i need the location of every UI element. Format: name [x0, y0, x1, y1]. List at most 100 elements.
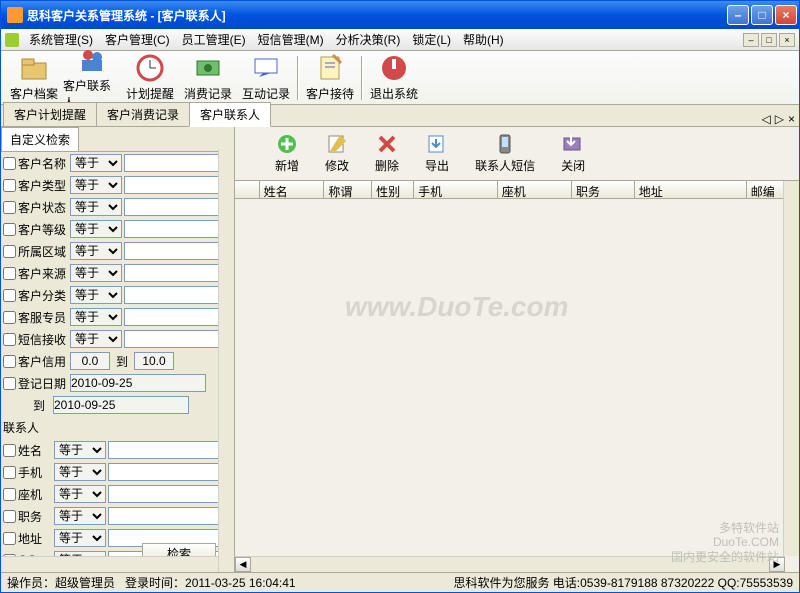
filter-op-select[interactable]: 等于: [54, 507, 106, 525]
delete-button[interactable]: 删除: [375, 133, 399, 174]
filter-op-select[interactable]: 等于: [54, 441, 106, 459]
contact-section-label: 联系人: [1, 416, 234, 439]
scroll-left-icon[interactable]: ◀: [235, 557, 251, 572]
filter-op-select[interactable]: 等于: [70, 176, 122, 194]
filter-checkbox[interactable]: [3, 355, 16, 368]
filter-op-select[interactable]: 等于: [54, 485, 106, 503]
mdi-close-icon[interactable]: ×: [779, 33, 795, 47]
filter-row: 短信接收等于: [1, 328, 234, 350]
filter-checkbox[interactable]: [3, 223, 16, 236]
tb-contacts[interactable]: 客户联系人: [63, 53, 121, 103]
close-panel-button[interactable]: 关闭: [561, 133, 585, 174]
filter-value-input[interactable]: [124, 264, 220, 282]
filter-checkbox[interactable]: [3, 532, 16, 545]
filter-op-select[interactable]: 等于: [54, 529, 106, 547]
filter-value-input[interactable]: [124, 220, 220, 238]
regdate-from-input[interactable]: [70, 374, 206, 392]
tb-consume[interactable]: 消费记录: [179, 53, 237, 103]
column-header[interactable]: 手机: [414, 181, 498, 198]
filter-value-input[interactable]: [108, 485, 220, 503]
filter-op-select[interactable]: 等于: [54, 463, 106, 481]
tab-contacts[interactable]: 客户联系人: [189, 102, 271, 127]
close-button[interactable]: ×: [775, 5, 797, 25]
column-header[interactable]: 称谓: [324, 181, 372, 198]
filter-value-input[interactable]: [124, 308, 220, 326]
menu-help[interactable]: 帮助(H): [457, 29, 510, 50]
filter-checkbox[interactable]: [3, 157, 16, 170]
tab-close-icon[interactable]: ×: [788, 112, 795, 126]
tab-consume-record[interactable]: 客户消费记录: [96, 102, 190, 126]
watermark: www.DuoTe.com: [345, 291, 569, 323]
edit-button[interactable]: 修改: [325, 133, 349, 174]
scroll-right-icon[interactable]: ▶: [769, 557, 785, 572]
filter-checkbox[interactable]: [3, 245, 16, 258]
tb-interact[interactable]: 互动记录: [237, 53, 295, 103]
filter-op-select[interactable]: 等于: [70, 264, 122, 282]
tab-next-icon[interactable]: ▷: [775, 112, 784, 126]
column-header[interactable]: 邮编: [747, 181, 785, 198]
filter-checkbox[interactable]: [3, 179, 16, 192]
column-header[interactable]: 性别: [372, 181, 414, 198]
credit-to-input[interactable]: [134, 352, 174, 370]
export-button[interactable]: 导出: [425, 133, 449, 174]
column-header[interactable]: 地址: [635, 181, 747, 198]
filter-checkbox[interactable]: [3, 333, 16, 346]
column-header[interactable]: 职务: [572, 181, 635, 198]
close-icon: [562, 133, 584, 155]
filter-value-input[interactable]: [124, 330, 220, 348]
menu-analysis[interactable]: 分析决策(R): [330, 29, 407, 50]
minimize-button[interactable]: –: [727, 5, 749, 25]
tb-exit[interactable]: 退出系统: [365, 53, 423, 103]
filter-checkbox[interactable]: [3, 377, 16, 390]
add-button[interactable]: 新增: [275, 133, 299, 174]
filter-op-select[interactable]: 等于: [70, 330, 122, 348]
filter-value-input[interactable]: [124, 242, 220, 260]
filter-op-select[interactable]: 等于: [70, 154, 122, 172]
credit-from-input[interactable]: [70, 352, 110, 370]
filter-value-input[interactable]: [124, 176, 220, 194]
row-header-corner: [235, 181, 260, 198]
filter-op-select[interactable]: 等于: [70, 308, 122, 326]
filter-checkbox[interactable]: [3, 289, 16, 302]
custom-search-tab[interactable]: 自定义检索: [1, 127, 79, 151]
menu-lock[interactable]: 锁定(L): [406, 29, 457, 50]
filter-value-input[interactable]: [124, 154, 220, 172]
filter-op-select[interactable]: 等于: [70, 198, 122, 216]
mdi-restore-icon[interactable]: □: [761, 33, 777, 47]
filter-label: 所属区域: [18, 243, 68, 260]
filter-checkbox[interactable]: [3, 466, 16, 479]
filter-checkbox[interactable]: [3, 510, 16, 523]
menu-customer[interactable]: 客户管理(C): [99, 29, 176, 50]
filter-value-input[interactable]: [108, 441, 220, 459]
side-vscrollbar[interactable]: [218, 149, 234, 572]
filter-op-select[interactable]: 等于: [70, 286, 122, 304]
filter-op-select[interactable]: 等于: [70, 242, 122, 260]
column-header[interactable]: 座机: [498, 181, 572, 198]
filter-op-select[interactable]: 等于: [70, 220, 122, 238]
grid-hscrollbar[interactable]: ◀▶: [235, 556, 785, 572]
filter-value-input[interactable]: [124, 286, 220, 304]
menu-employee[interactable]: 员工管理(E): [176, 29, 252, 50]
filter-value-input[interactable]: [108, 507, 220, 525]
regdate-to-input[interactable]: [53, 396, 189, 414]
filter-checkbox[interactable]: [3, 444, 16, 457]
grid-vscrollbar[interactable]: [783, 181, 799, 556]
sms-button[interactable]: 联系人短信: [475, 133, 535, 174]
filter-value-input[interactable]: [108, 463, 220, 481]
tb-plan-remind[interactable]: 计划提醒: [121, 53, 179, 103]
maximize-button[interactable]: □: [751, 5, 773, 25]
tab-plan-remind[interactable]: 客户计划提醒: [3, 102, 97, 126]
folder-icon: [19, 53, 49, 83]
menu-sms[interactable]: 短信管理(M): [252, 29, 330, 50]
filter-checkbox[interactable]: [3, 201, 16, 214]
filter-checkbox[interactable]: [3, 488, 16, 501]
mdi-minimize-icon[interactable]: –: [743, 33, 759, 47]
tb-customer-file[interactable]: 客户档案: [5, 53, 63, 103]
tab-prev-icon[interactable]: ◁: [762, 112, 771, 126]
filter-checkbox[interactable]: [3, 311, 16, 324]
filter-checkbox[interactable]: [3, 267, 16, 280]
side-hscrollbar[interactable]: [1, 556, 218, 572]
filter-value-input[interactable]: [124, 198, 220, 216]
column-header[interactable]: 姓名: [260, 181, 325, 198]
tb-reception[interactable]: 客户接待: [301, 53, 359, 103]
